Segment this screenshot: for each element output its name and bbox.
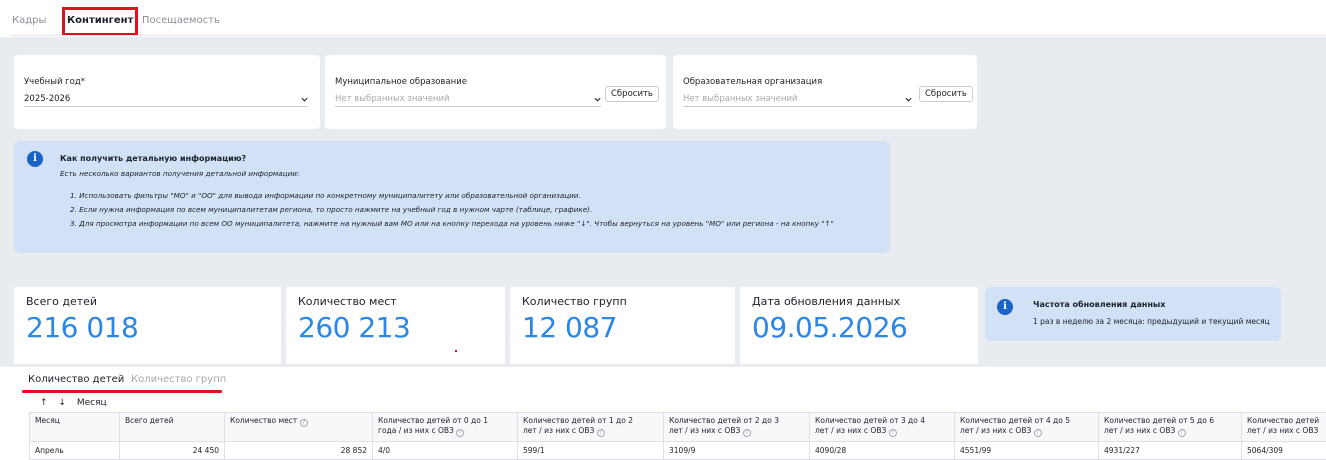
stat-label: Всего детей [26,295,98,308]
tab-kadry[interactable]: Кадры [12,12,46,30]
chevron-down-icon [594,97,601,102]
cell-age-3-4: 4090/28 [809,442,954,460]
stat-label: Количество групп [522,295,627,308]
stat-value: 09.05.2026 [752,311,908,344]
year-filter-card: Учебный год* 2025-2026 [14,55,320,129]
subtab-groups-count[interactable]: Количество групп [131,374,226,385]
municipality-select[interactable]: Нет выбранных значений [335,93,601,107]
sort-field-label[interactable]: Месяц [77,398,107,408]
help-icon[interactable]: ? [596,429,605,437]
info-icon: i [997,299,1013,315]
stat-card-update-date: Дата обновления данных 09.05.2026 [740,287,978,364]
info-icon: i [27,151,43,167]
cell-age-1-2: 599/1 [517,442,663,460]
municipality-filter-card: Муниципальное образование Нет выбранных … [325,55,666,129]
info-subtitle: Есть несколько вариантов получения детал… [60,169,300,178]
frequency-text: 1 раз в неделю за 2 месяца: предыдущий и… [1033,317,1270,326]
municipality-reset-button[interactable]: Сбросить [605,86,659,102]
help-icon[interactable]: ? [742,429,751,437]
info-line-1: 1. Использовать фильтры "МО" и "ОО" для … [70,191,581,200]
sort-up-icon[interactable]: ↑ [40,398,48,408]
chevron-down-icon [301,97,308,102]
info-line-2: 2. Если нужна информация по всем муницип… [70,205,593,214]
top-strip [0,0,1326,7]
subtab-active-underline [22,390,222,393]
sort-down-icon[interactable]: ↓ [58,398,66,408]
info-panel: i Как получить детальную информацию? Ест… [14,141,890,253]
cell-places: 28 852 [224,442,372,460]
info-line-3: 3. Для просмотра информации по всем ОО м… [70,219,834,228]
tab-poseshchaemost[interactable]: Посещаемость [142,12,220,30]
filters-area: Учебный год* 2025-2026 Муниципальное обр… [0,37,1326,281]
col-header-total[interactable]: Всего детей [119,412,224,442]
cell-age-6-7: 5064/309 [1241,442,1326,460]
col-header-age-1-2[interactable]: Количество детей от 1 до 2 лет / из них с… [517,412,663,442]
red-dot-mark [455,350,457,352]
cell-month[interactable]: Апрель [29,442,119,460]
cell-age-5-6: 4931/227 [1098,442,1241,460]
tab-kontingent[interactable]: Контингент [61,7,139,36]
cell-age-4-5: 4551/99 [954,442,1098,460]
organization-filter-label: Образовательная организация [683,77,823,87]
help-icon[interactable]: ? [299,419,308,427]
col-header-places[interactable]: Количество мест ? [224,412,372,442]
update-frequency-panel: i Частота обновления данных 1 раз в неде… [985,287,1281,341]
organization-reset-button[interactable]: Сбросить [919,86,973,102]
chevron-down-icon [905,97,912,102]
stat-label: Количество мест [298,295,397,308]
col-header-age-0-1[interactable]: Количество детей от 0 до 1 года / из них … [372,412,517,442]
sort-controls: ↑ ↓ Месяц [40,398,115,408]
col-header-age-4-5[interactable]: Количество детей от 4 до 5 лет / из них с… [954,412,1098,442]
year-select-value: 2025-2026 [24,94,71,104]
year-filter-label: Учебный год* [24,77,85,87]
help-icon[interactable]: ? [888,429,897,437]
col-header-age-5-6[interactable]: Количество детей от 5 до 6 лет / из них с… [1098,412,1241,442]
stat-card-groups: Количество групп 12 087 [510,287,735,364]
stat-card-places: Количество мест 260 213 [286,287,505,364]
col-header-age-6-7[interactable]: Количество детей лет / из них с ОВЗ [1241,412,1326,442]
organization-select-placeholder: Нет выбранных значений [683,94,798,104]
data-table: Месяц Всего детей Количество мест ? Коли… [29,412,1326,460]
organization-select[interactable]: Нет выбранных значений [683,93,912,107]
info-title: Как получить детальную информацию? [60,154,247,163]
help-icon[interactable]: ? [1033,429,1042,437]
organization-filter-card: Образовательная организация Нет выбранны… [673,55,977,129]
stat-label: Дата обновления данных [752,295,901,308]
year-select[interactable]: 2025-2026 [24,93,308,107]
subtab-children-count[interactable]: Количество детей [28,374,124,385]
nav-divider [10,35,1326,36]
help-icon[interactable]: ? [1177,429,1186,437]
col-header-month[interactable]: Месяц [29,412,119,442]
stats-row: Всего детей 216 018 Количество мест 260 … [0,281,1326,367]
frequency-title: Частота обновления данных [1033,300,1166,309]
page: Кадры Контингент Посещаемость Учебный го… [0,0,1326,460]
cell-total: 24 450 [119,442,224,460]
cell-age-0-1: 4/0 [372,442,517,460]
help-icon[interactable]: ? [456,429,465,437]
col-header-age-2-3[interactable]: Количество детей от 2 до 3 лет / из них с… [663,412,809,442]
stat-value: 216 018 [26,311,139,344]
municipality-filter-label: Муниципальное образование [335,77,467,87]
cell-age-2-3: 3109/9 [663,442,809,460]
stat-card-children: Всего детей 216 018 [14,287,281,364]
municipality-select-placeholder: Нет выбранных значений [335,94,450,104]
top-nav: Кадры Контингент Посещаемость [0,7,1326,37]
stat-value: 260 213 [298,311,411,344]
table-section: Количество детей Количество групп ↑ ↓ Ме… [0,367,1326,460]
col-header-age-3-4[interactable]: Количество детей от 3 до 4 лет / из них с… [809,412,954,442]
stat-value: 12 087 [522,311,617,344]
